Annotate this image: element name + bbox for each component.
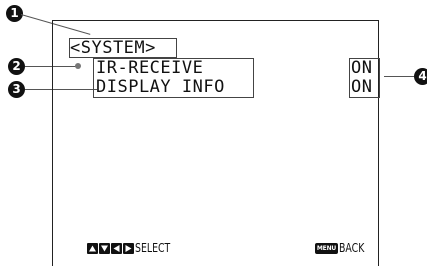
left-arrow-icon [111, 243, 122, 254]
select-label: SELECT [135, 241, 171, 255]
callout-3: 3 [8, 81, 25, 98]
right-arrow-icon [123, 243, 134, 254]
callout-2: 2 [8, 58, 25, 75]
callout-4: 4 [414, 68, 427, 85]
osd-screen: <SYSTEM> IR-RECEIVE DISPLAY INFO ON ON S… [52, 20, 380, 266]
ir-receive-value[interactable]: ON [351, 59, 372, 77]
menu-title: <SYSTEM> [70, 38, 156, 58]
menu-item-display-info[interactable]: DISPLAY INFO [96, 78, 225, 96]
callout-4-leader [384, 76, 414, 78]
down-arrow-icon [99, 243, 110, 254]
display-info-value[interactable]: ON [351, 78, 372, 96]
back-label: BACK [339, 241, 365, 255]
up-arrow-icon [87, 243, 98, 254]
menu-key-icon: MENU [315, 243, 338, 254]
menu-item-ir-receive[interactable]: IR-RECEIVE [96, 59, 203, 77]
